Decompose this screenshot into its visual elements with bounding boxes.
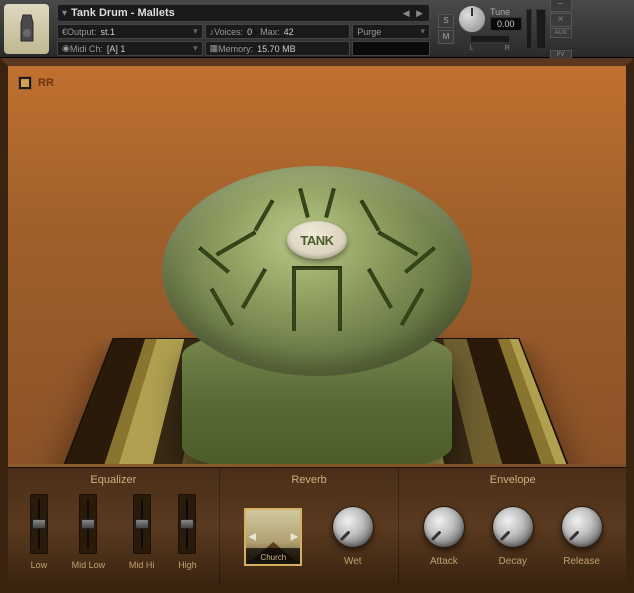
reverb-next-icon[interactable]: ▶ xyxy=(291,531,299,542)
prev-preset-icon[interactable]: ◀ xyxy=(403,8,410,18)
rr-label: RR xyxy=(38,77,54,89)
midi-channel-selector[interactable]: ◉ Midi Ch: [A] 1 ▾ xyxy=(57,41,203,56)
output-selector[interactable]: € Output: st.1 ▾ xyxy=(57,24,203,39)
tune-value[interactable]: 0.00 xyxy=(490,17,522,31)
equalizer-title: Equalizer xyxy=(18,474,209,486)
eq-high-slider[interactable] xyxy=(178,494,196,554)
controls-panel: Equalizer Low Mid Low Mid Hi High xyxy=(8,467,626,585)
memory-display: ▦ Memory: 15.70 MB xyxy=(205,41,351,56)
purge-menu[interactable]: Purge ▾ xyxy=(352,24,430,39)
instrument-title: Tank Drum - Mallets xyxy=(71,7,401,19)
next-preset-icon[interactable]: ▶ xyxy=(416,8,423,18)
chevron-down-icon: ▾ xyxy=(420,26,425,37)
tune-label: Tune xyxy=(490,7,522,17)
minimize-button[interactable]: − xyxy=(550,0,572,12)
title-bar: ▾ Tank Drum - Mallets ◀ ▶ xyxy=(57,4,430,22)
reverb-wet-knob[interactable] xyxy=(332,506,374,548)
tune-knob[interactable] xyxy=(458,5,486,33)
rr-checkbox[interactable] xyxy=(18,76,32,90)
instrument-view: RR TANK xyxy=(8,66,626,464)
volume-slider[interactable] xyxy=(536,9,546,49)
level-meter xyxy=(526,9,532,49)
reverb-prev-icon[interactable]: ◀ xyxy=(248,531,256,542)
midi-icon: ◉ xyxy=(62,43,70,54)
envelope-section: Envelope Attack Decay Release xyxy=(399,468,626,585)
envelope-title: Envelope xyxy=(409,474,616,486)
expand-toggle[interactable]: ▾ xyxy=(62,8,67,19)
tank-drum-graphic: TANK xyxy=(162,166,472,464)
release-knob[interactable] xyxy=(561,506,603,548)
header-bar: ▾ Tank Drum - Mallets ◀ ▶ € Output: st.1… xyxy=(0,0,634,58)
solo-button[interactable]: S xyxy=(438,14,454,28)
reverb-preset-selector[interactable]: ◀ ▶ Church xyxy=(244,508,302,566)
mute-button[interactable]: M xyxy=(438,30,454,44)
decay-knob[interactable] xyxy=(492,506,534,548)
close-button[interactable]: × xyxy=(550,13,572,27)
drum-center-logo: TANK xyxy=(287,221,347,259)
chevron-down-icon: ▾ xyxy=(193,43,198,54)
chevron-down-icon: ▾ xyxy=(193,26,198,37)
instrument-icon[interactable] xyxy=(4,4,49,54)
pan-slider[interactable] xyxy=(470,35,510,43)
eq-midhi-slider[interactable] xyxy=(133,494,151,554)
attack-knob[interactable] xyxy=(423,506,465,548)
eq-low-slider[interactable] xyxy=(30,494,48,554)
reverb-section: Reverb ◀ ▶ Church Wet xyxy=(220,468,400,585)
voices-display: ♪ Voices: 0 Max: 42 xyxy=(205,24,351,39)
eq-midlow-slider[interactable] xyxy=(79,494,97,554)
aux-button[interactable]: AUX xyxy=(550,28,572,38)
memory-meter xyxy=(352,41,430,56)
memory-icon: ▦ xyxy=(210,43,219,54)
reverb-title: Reverb xyxy=(230,474,389,486)
equalizer-section: Equalizer Low Mid Low Mid Hi High xyxy=(8,468,220,585)
